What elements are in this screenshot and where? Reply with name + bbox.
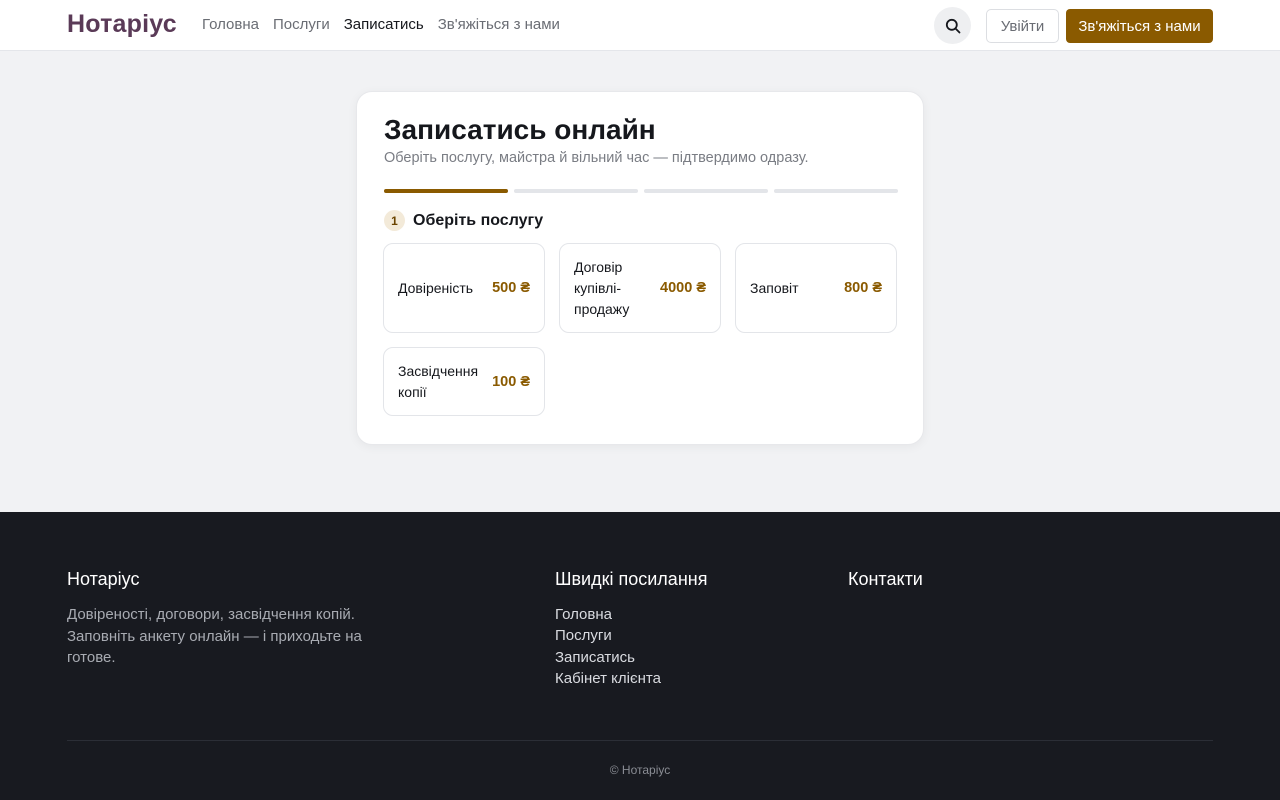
step-progress — [384, 189, 898, 193]
service-price: 500 ₴ — [492, 280, 530, 296]
page-title: Записатись онлайн — [384, 114, 656, 145]
footer-brand: Нотаріус — [67, 569, 140, 589]
site-footer: Нотаріус Довіреності, договори, засвідче… — [0, 512, 1280, 800]
footer-link-home[interactable]: Головна — [555, 604, 661, 625]
footer-link-services[interactable]: Послуги — [555, 625, 661, 646]
main-nav: Головна Послуги Записатись Зв'яжіться з … — [202, 16, 560, 33]
progress-step-2 — [514, 189, 638, 193]
service-option-power-of-attorney[interactable]: Довіреність 500 ₴ — [383, 243, 545, 333]
step-header: 1 Оберіть послугу — [384, 210, 543, 231]
contact-button[interactable]: Зв'яжіться з нами — [1066, 9, 1213, 43]
footer-copyright: © Нотаріус — [609, 763, 671, 777]
search-button[interactable] — [934, 7, 971, 44]
site-header: Нотаріус Головна Послуги Записатись Зв'я… — [0, 0, 1280, 51]
service-price: 800 ₴ — [844, 280, 882, 296]
nav-link-services[interactable]: Послуги — [273, 16, 330, 33]
footer-link-client-cabinet[interactable]: Кабінет клієнта — [555, 668, 661, 689]
service-price: 100 ₴ — [492, 373, 530, 390]
progress-step-1 — [384, 189, 508, 193]
footer-links: Головна Послуги Записатись Кабінет клієн… — [555, 604, 661, 689]
step-title: Оберіть послугу — [413, 211, 544, 229]
footer-link-booking[interactable]: Записатись — [555, 647, 661, 668]
footer-description: Довіреності, договори, засвідчення копій… — [67, 606, 362, 666]
booking-card: Записатись онлайн Оберіть послугу, майст… — [356, 91, 924, 445]
service-name: Заповіт — [750, 279, 799, 296]
nav-link-contact[interactable]: Зв'яжіться з нами — [438, 16, 560, 33]
progress-step-3 — [644, 189, 768, 193]
service-name: Засвідчення копії — [398, 362, 479, 400]
login-button[interactable]: Увійти — [986, 9, 1059, 43]
nav-link-home[interactable]: Головна — [202, 16, 259, 33]
footer-links-heading: Швидкі посилання — [555, 569, 708, 589]
step-number-badge: 1 — [384, 210, 405, 231]
footer-contacts-heading: Контакти — [848, 569, 923, 589]
service-name: Договір купівлі-продажу — [574, 258, 630, 317]
page-subtitle: Оберіть послугу, майстра й вільний час —… — [384, 150, 809, 166]
service-option-copy-certification[interactable]: Засвідчення копії 100 ₴ — [383, 347, 545, 416]
service-option-sale-contract[interactable]: Договір купівлі-продажу 4000 ₴ — [559, 243, 721, 333]
search-icon — [945, 18, 960, 33]
service-price: 4000 ₴ — [660, 280, 706, 296]
site-logo[interactable]: Нотаріус — [67, 10, 177, 39]
footer-divider — [67, 740, 1213, 741]
progress-step-4 — [774, 189, 898, 193]
nav-link-booking[interactable]: Записатись — [344, 16, 424, 33]
service-option-will[interactable]: Заповіт 800 ₴ — [735, 243, 897, 333]
service-name: Довіреність — [398, 279, 474, 296]
